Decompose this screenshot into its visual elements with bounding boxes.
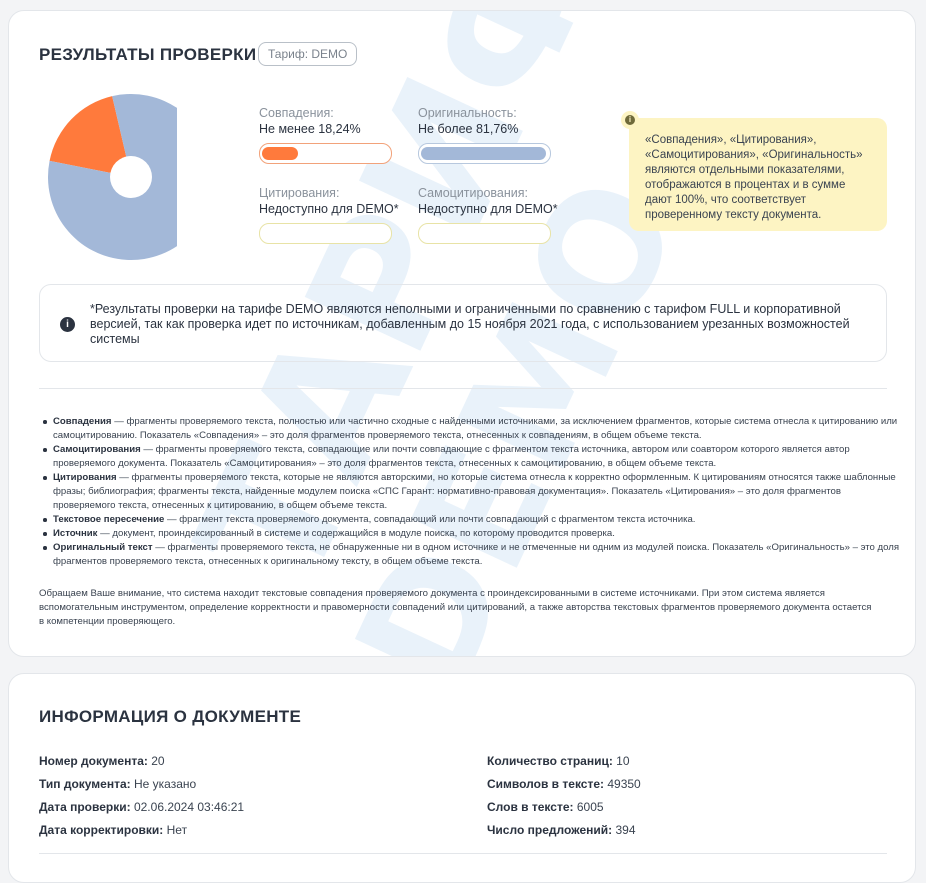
demo-limitations-note: i *Результаты проверки на тарифе DEMO яв…: [39, 284, 887, 362]
definition-item: Совпадения — фрагменты проверяемого текс…: [43, 415, 903, 443]
attention-note: Обращаем Ваше внимание, что система нахо…: [39, 588, 872, 627]
doc-info-value: Нет: [163, 823, 188, 837]
info-icon: i: [60, 317, 75, 332]
matches-progress-bar: [259, 143, 392, 164]
doc-info-label: Тип документа:: [39, 777, 131, 791]
metric-citations: Цитирования: Недоступно для DEMO*: [259, 186, 399, 216]
definition-item: Источник — документ, проиндексированный …: [43, 527, 903, 541]
originality-progress-fill: [421, 147, 546, 160]
doc-info-label: Номер документа:: [39, 754, 148, 768]
citations-progress-bar: [259, 223, 392, 244]
doc-info-row-right-0: Количество страниц: 10: [487, 754, 630, 768]
definition-term: Источник: [53, 528, 98, 539]
doc-info-label: Дата проверки:: [39, 800, 131, 814]
doc-info-row-right-2: Слов в тексте: 6005: [487, 800, 604, 814]
document-info-title: ИНФОРМАЦИЯ О ДОКУМЕНТЕ: [39, 707, 302, 726]
doc-info-label: Дата корректировки:: [39, 823, 164, 837]
doc-info-row-left-1: Тип документа: Не указано: [39, 777, 196, 791]
definition-item: Текстовое пересечение — фрагмент текста …: [43, 513, 903, 527]
metric-originality: Оригинальность: Не более 81,76%: [418, 106, 518, 136]
definition-text: — фрагменты проверяемого текста, не обна…: [53, 542, 900, 567]
doc-info-label: Слов в тексте:: [487, 800, 574, 814]
tariff-badge: Тариф: DEMO: [258, 42, 358, 66]
doc-info-row-right-1: Символов в тексте: 49350: [487, 777, 641, 791]
definition-term: Текстовое пересечение: [53, 514, 165, 525]
definition-item: Самоцитирования — фрагменты проверяемого…: [43, 443, 903, 471]
section-divider: [39, 853, 887, 854]
definition-item: Оригинальный текст — фрагменты проверяем…: [43, 541, 903, 569]
self-citations-progress-bar: [418, 223, 551, 244]
doc-info-row-right-3: Число предложений: 394: [487, 823, 636, 837]
definitions-list: Совпадения — фрагменты проверяемого текс…: [39, 415, 903, 569]
doc-info-value: 6005: [573, 800, 604, 814]
doc-info-value: Не указано: [130, 777, 197, 791]
definition-text: — фрагменты проверяемого текста, совпада…: [53, 444, 850, 469]
doc-info-row-left-0: Номер документа: 20: [39, 754, 165, 768]
doc-info-row-left-3: Дата корректировки: Нет: [39, 823, 187, 837]
matches-progress-fill: [262, 147, 298, 160]
metric-matches: Совпадения: Не менее 18,24%: [259, 106, 361, 136]
metric-originality-value: Не более 81,76%: [418, 122, 519, 136]
demo-limitations-text: *Результаты проверки на тарифе DEMO явля…: [90, 302, 850, 346]
pie-center-hole: [110, 156, 152, 198]
definition-text: — фрагменты проверяемого текста, которые…: [53, 472, 896, 511]
definition-term: Совпадения: [53, 416, 112, 427]
doc-info-value: 394: [612, 823, 636, 837]
metric-matches-label: Совпадения:: [259, 106, 334, 120]
definition-text: — фрагменты проверяемого текста, полност…: [53, 416, 898, 441]
definition-text: — фрагмент текста проверяемого документа…: [164, 514, 696, 525]
definition-item: Цитирования — фрагменты проверяемого тек…: [43, 471, 903, 513]
results-card: ТАРИФ DEMO РЕЗУЛЬТАТЫ ПРОВЕРКИ Тариф: DE…: [8, 10, 916, 657]
definition-term: Самоцитирования: [53, 444, 141, 455]
metric-citations-value: Недоступно для DEMO*: [259, 202, 399, 216]
section-divider: [39, 388, 887, 389]
document-info-card: ИНФОРМАЦИЯ О ДОКУМЕНТЕ Номер документа: …: [8, 673, 916, 883]
metric-self-citations-label: Самоцитирования:: [418, 186, 528, 200]
definition-term: Оригинальный текст: [53, 542, 153, 553]
doc-info-value: 10: [612, 754, 630, 768]
results-title: РЕЗУЛЬТАТЫ ПРОВЕРКИ: [39, 45, 257, 64]
doc-info-row-left-2: Дата проверки: 02.06.2024 03:46:21: [39, 800, 244, 814]
doc-info-value: 02.06.2024 03:46:21: [130, 800, 245, 814]
metric-self-citations: Самоцитирования: Недоступно для DEMO*: [418, 186, 558, 216]
doc-info-label: Символов в тексте:: [487, 777, 605, 791]
metric-matches-value: Не менее 18,24%: [259, 122, 361, 136]
metric-citations-label: Цитирования:: [259, 186, 340, 200]
definition-term: Цитирования: [53, 472, 117, 483]
doc-info-label: Число предложений:: [487, 823, 613, 837]
indicators-note-text: «Совпадения», «Цитирования», «Самоцитиро…: [645, 134, 863, 221]
doc-info-value: 20: [147, 754, 165, 768]
results-pie-chart: [48, 94, 177, 260]
info-icon: i: [621, 111, 639, 129]
indicators-note: i «Совпадения», «Цитирования», «Самоцити…: [621, 111, 887, 231]
metric-originality-label: Оригинальность:: [418, 106, 517, 120]
definition-text: — документ, проиндексированный в системе…: [97, 528, 615, 539]
originality-progress-bar: [418, 143, 551, 164]
doc-info-value: 49350: [604, 777, 641, 791]
doc-info-label: Количество страниц:: [487, 754, 613, 768]
metric-self-citations-value: Недоступно для DEMO*: [418, 202, 558, 216]
